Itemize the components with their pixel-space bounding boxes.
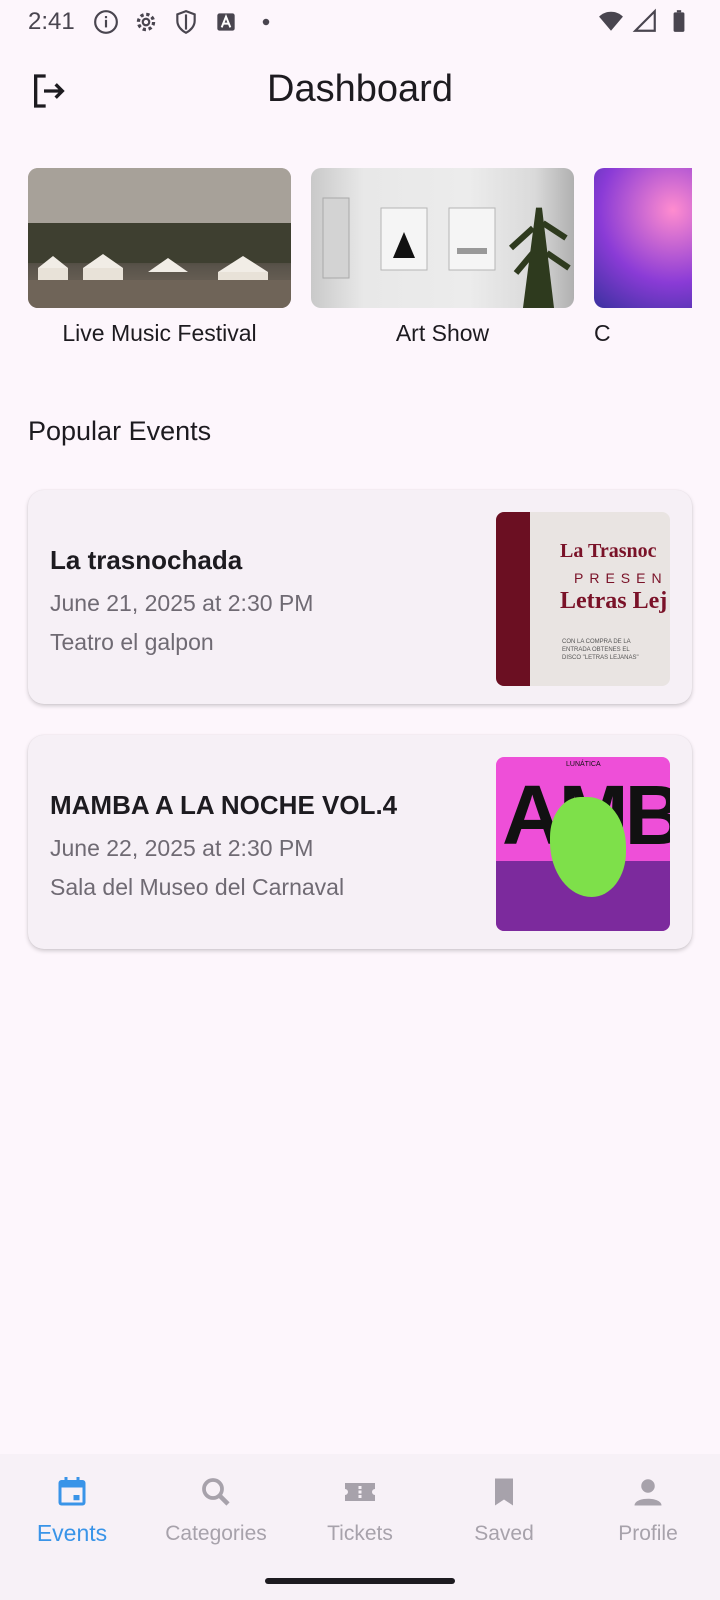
poster-text: CON LA COMPRA DE LA ENTRADA OBTENES EL D… [562, 639, 639, 661]
section-title-popular-events: Popular Events [28, 416, 212, 446]
event-venue: Teatro el galpon [50, 629, 214, 655]
app-bar: Dashboard [0, 56, 720, 126]
art-gallery-image [322, 197, 571, 308]
signal-icon [632, 8, 656, 32]
home-indicator[interactable] [265, 1578, 455, 1584]
dot-icon [262, 18, 269, 26]
poster-text: PRESEN [574, 570, 668, 586]
nav-label: Tickets [327, 1522, 393, 1545]
festival-tents-image [28, 168, 291, 308]
event-poster: AMB LUNÁTICA [496, 757, 670, 931]
battery-icon [673, 10, 685, 32]
event-title: MAMBA A LA NOCHE VOL.4 [50, 790, 398, 820]
category-image [594, 168, 692, 308]
category-card-concert[interactable]: C [594, 168, 692, 348]
bookmark-icon [484, 1472, 524, 1512]
font-icon [217, 13, 235, 31]
category-label: Live Music Festival [62, 320, 257, 346]
nav-item-tickets[interactable]: Tickets [288, 1472, 432, 1546]
shield-icon [175, 10, 196, 35]
event-card[interactable]: MAMBA A LA NOCHE VOL.4 June 22, 2025 at … [28, 735, 692, 949]
poster-text: La Trasnoc [560, 540, 657, 562]
event-card[interactable]: La trasnochada June 21, 2025 at 2:30 PM … [28, 490, 692, 704]
status-time: 2:41 [28, 8, 75, 35]
event-title: La trasnochada [50, 545, 243, 575]
poster-text: Letras Lej [560, 588, 668, 614]
category-image [311, 168, 574, 308]
nav-item-events[interactable]: Events [0, 1472, 144, 1547]
event-date: June 22, 2025 at 2:30 PM [50, 835, 314, 861]
event-date: June 21, 2025 at 2:30 PM [50, 590, 314, 616]
ticket-icon [340, 1472, 380, 1512]
nav-label: Profile [618, 1522, 678, 1545]
category-image [28, 168, 291, 308]
nav-item-categories[interactable]: Categories [144, 1472, 288, 1546]
category-card-live-music-festival[interactable]: Live Music Festival [28, 168, 291, 348]
category-card-art-show[interactable]: Art Show [311, 168, 574, 348]
poster-band [496, 512, 530, 686]
nav-label: Saved [474, 1522, 534, 1545]
info-icon [93, 10, 118, 34]
status-bar: 2:41 [0, 0, 720, 44]
search-icon [196, 1472, 236, 1512]
category-label: Art Show [395, 320, 490, 346]
event-venue: Sala del Museo del Carnaval [50, 874, 345, 900]
nav-label: Events [36, 1520, 108, 1546]
nav-item-saved[interactable]: Saved [432, 1472, 576, 1546]
event-poster: La Trasnoc PRESEN Letras Lej CON LA COMP… [496, 512, 670, 686]
calendar-icon [52, 1472, 92, 1512]
gear-icon [136, 12, 155, 32]
category-label: C [594, 320, 611, 346]
wifi-icon [599, 11, 623, 31]
category-carousel[interactable]: Live Music Festival Art Show C [28, 168, 692, 348]
nav-item-profile[interactable]: Profile [576, 1472, 720, 1546]
page-title: Dashboard [267, 68, 453, 110]
person-icon [628, 1472, 668, 1512]
poster-text: LUNÁTICA [566, 761, 601, 768]
nav-label: Categories [165, 1522, 267, 1545]
